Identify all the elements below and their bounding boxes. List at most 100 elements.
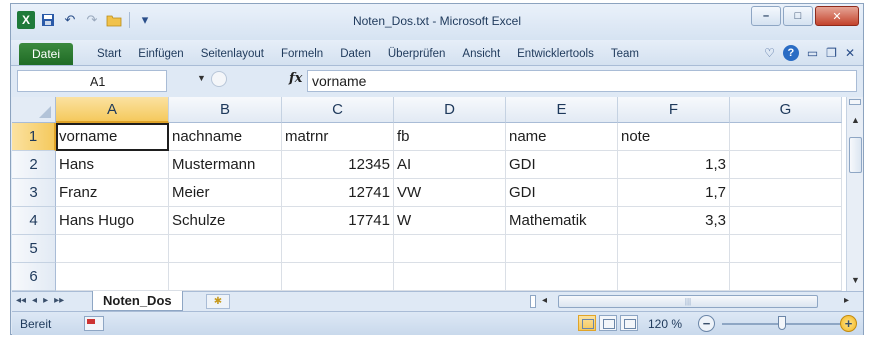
cell-g5[interactable] — [730, 235, 842, 263]
cell-f3[interactable]: 1,7 — [618, 179, 730, 207]
zoom-slider-thumb[interactable] — [778, 316, 786, 330]
row-header-2[interactable]: 2 — [12, 151, 56, 179]
cell-e1[interactable]: name — [506, 123, 618, 151]
prev-sheet-icon[interactable]: ◂ — [32, 295, 37, 306]
cell-a4[interactable]: Hans Hugo — [56, 207, 169, 235]
tab-formeln[interactable]: Formeln — [281, 48, 323, 60]
cell-e2[interactable]: GDI — [506, 151, 618, 179]
cell-f1[interactable]: note — [618, 123, 730, 151]
last-sheet-icon[interactable]: ▸▸ — [54, 295, 64, 306]
name-box[interactable]: A1 — [17, 70, 167, 92]
row-header-4[interactable]: 4 — [12, 207, 56, 235]
row-header-3[interactable]: 3 — [12, 179, 56, 207]
tab-ueberpruefen[interactable]: Überprüfen — [388, 48, 446, 60]
page-break-view-icon[interactable] — [620, 315, 638, 331]
row-header-6[interactable]: 6 — [12, 263, 56, 291]
cell-f4[interactable]: 3,3 — [618, 207, 730, 235]
formula-cancel-icon[interactable] — [211, 71, 227, 87]
tab-seitenlayout[interactable]: Seitenlayout — [201, 48, 264, 60]
cell-b6[interactable] — [169, 263, 282, 291]
close-button[interactable]: ✕ — [815, 6, 859, 26]
scroll-left-icon[interactable]: ◂ — [542, 295, 547, 306]
cell-d3[interactable]: VW — [394, 179, 506, 207]
cell-a6[interactable] — [56, 263, 169, 291]
cell-d1[interactable]: fb — [394, 123, 506, 151]
column-header-g[interactable]: G — [730, 97, 842, 123]
cell-b1[interactable]: nachname — [169, 123, 282, 151]
column-header-a[interactable]: A — [56, 97, 169, 123]
column-header-d[interactable]: D — [394, 97, 506, 123]
column-header-b[interactable]: B — [169, 97, 282, 123]
cell-g2[interactable] — [730, 151, 842, 179]
cell-c4[interactable]: 17741 — [282, 207, 394, 235]
restore-icon[interactable]: ❐ — [826, 46, 837, 60]
cell-e6[interactable] — [506, 263, 618, 291]
select-all-corner[interactable] — [12, 97, 56, 123]
name-box-dropdown-icon[interactable]: ▼ — [197, 73, 206, 83]
cell-d6[interactable] — [394, 263, 506, 291]
cell-b5[interactable] — [169, 235, 282, 263]
cell-e3[interactable]: GDI — [506, 179, 618, 207]
macro-record-icon[interactable] — [84, 316, 104, 331]
minimize-button[interactable]: – — [751, 6, 781, 26]
maximize-button[interactable]: □ — [783, 6, 813, 26]
cell-f6[interactable] — [618, 263, 730, 291]
cell-g6[interactable] — [730, 263, 842, 291]
zoom-level[interactable]: 120 % — [648, 317, 682, 331]
column-header-e[interactable]: E — [506, 97, 618, 123]
zoom-out-button[interactable]: − — [698, 315, 715, 332]
cell-f5[interactable] — [618, 235, 730, 263]
column-header-f[interactable]: F — [618, 97, 730, 123]
tab-datei[interactable]: Datei — [19, 43, 73, 65]
cell-f2[interactable]: 1,3 — [618, 151, 730, 179]
cell-d5[interactable] — [394, 235, 506, 263]
row-header-1[interactable]: 1 — [12, 123, 56, 151]
insert-sheet-icon[interactable]: ✱ — [206, 294, 230, 309]
tab-start[interactable]: Start — [97, 48, 121, 60]
normal-view-icon[interactable] — [578, 315, 596, 331]
horizontal-split-box[interactable] — [530, 295, 536, 308]
vertical-scroll-thumb[interactable] — [849, 137, 862, 173]
help-icon[interactable]: ? — [782, 45, 799, 61]
insert-function-icon[interactable]: fx — [289, 71, 302, 86]
cell-e5[interactable] — [506, 235, 618, 263]
cell-c2[interactable]: 12345 — [282, 151, 394, 179]
cell-a5[interactable] — [56, 235, 169, 263]
next-sheet-icon[interactable]: ▸ — [43, 295, 48, 306]
tab-ansicht[interactable]: Ansicht — [462, 48, 500, 60]
tab-team[interactable]: Team — [611, 48, 639, 60]
cell-a2[interactable]: Hans — [56, 151, 169, 179]
cell-g4[interactable] — [730, 207, 842, 235]
close-workbook-icon[interactable]: ✕ — [845, 46, 855, 60]
split-box[interactable] — [849, 99, 861, 105]
cell-b3[interactable]: Meier — [169, 179, 282, 207]
first-sheet-icon[interactable]: ◂◂ — [16, 295, 26, 306]
cell-e4[interactable]: Mathematik — [506, 207, 618, 235]
cell-d4[interactable]: W — [394, 207, 506, 235]
scroll-down-icon[interactable]: ▼ — [851, 275, 860, 285]
cell-b4[interactable]: Schulze — [169, 207, 282, 235]
cell-c3[interactable]: 12741 — [282, 179, 394, 207]
tab-daten[interactable]: Daten — [340, 48, 371, 60]
row-header-5[interactable]: 5 — [12, 235, 56, 263]
tab-entwicklertools[interactable]: Entwicklertools — [517, 48, 594, 60]
minimize-ribbon-icon[interactable]: ▭ — [807, 46, 818, 60]
zoom-in-button[interactable]: + — [840, 315, 857, 332]
page-layout-view-icon[interactable] — [599, 315, 617, 331]
cell-g3[interactable] — [730, 179, 842, 207]
cell-c6[interactable] — [282, 263, 394, 291]
scroll-up-icon[interactable]: ▲ — [851, 115, 860, 125]
vertical-scrollbar[interactable]: ▲ ▼ — [846, 97, 863, 291]
cell-a1[interactable]: vorname — [56, 123, 169, 151]
cell-c1[interactable]: matrnr — [282, 123, 394, 151]
cell-b2[interactable]: Mustermann — [169, 151, 282, 179]
heart-icon[interactable]: ♡ — [764, 46, 775, 60]
column-header-c[interactable]: C — [282, 97, 394, 123]
scroll-right-icon[interactable]: ▸ — [844, 295, 849, 306]
cell-g1[interactable] — [730, 123, 842, 151]
sheet-tab-noten-dos[interactable]: Noten_Dos — [92, 291, 183, 311]
tab-einfuegen[interactable]: Einfügen — [138, 48, 183, 60]
horizontal-scroll-thumb[interactable]: ||| — [558, 295, 818, 308]
cell-c5[interactable] — [282, 235, 394, 263]
cell-d2[interactable]: AI — [394, 151, 506, 179]
